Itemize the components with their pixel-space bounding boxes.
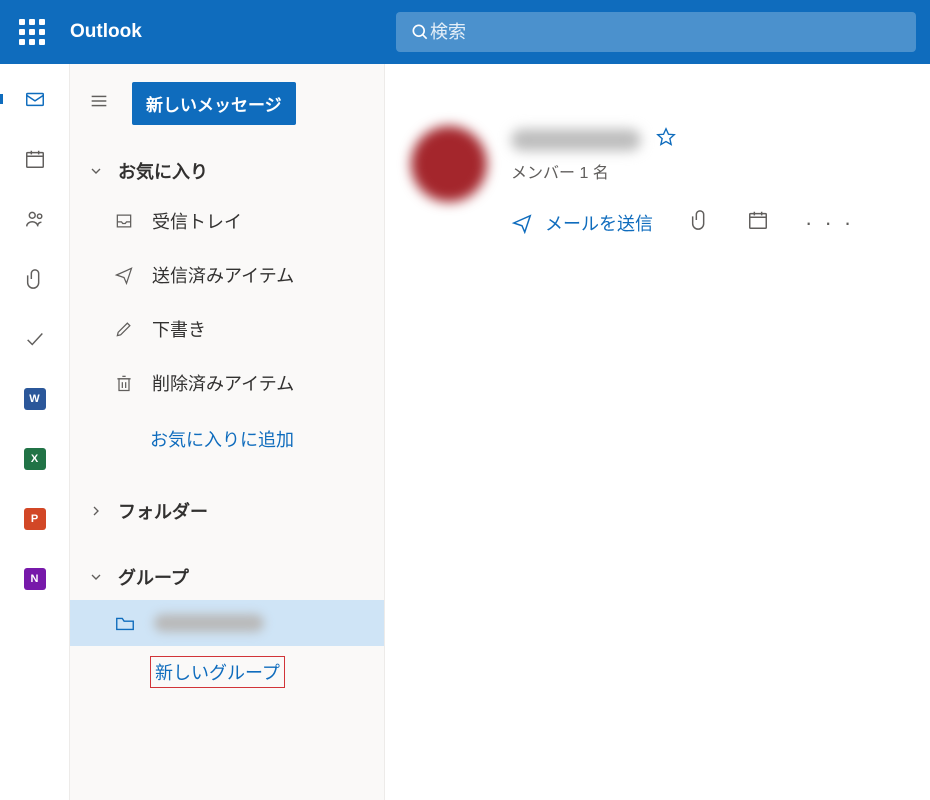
folder-icon <box>114 612 136 634</box>
folder-pane: 新しいメッセージ お気に入り 受信トレイ 送信済みアイテム 下書き 削除済みアイ… <box>70 64 385 800</box>
attachment-icon <box>24 268 46 290</box>
search-box[interactable] <box>396 12 916 52</box>
favorites-label: お気に入り <box>118 158 208 184</box>
group-calendar-button[interactable] <box>747 209 769 236</box>
app-title: Outlook <box>70 21 142 43</box>
favorites-header[interactable]: お気に入り <box>70 148 384 194</box>
calendar-icon <box>24 148 46 170</box>
group-avatar <box>411 126 487 202</box>
trash-icon <box>114 373 134 393</box>
group-name-redacted <box>154 614 264 632</box>
drafts-folder[interactable]: 下書き <box>70 302 384 356</box>
group-item-selected[interactable] <box>70 600 384 646</box>
add-to-favorites-link[interactable]: お気に入りに追加 <box>70 410 384 468</box>
rail-people[interactable] <box>0 208 70 230</box>
mail-icon <box>24 88 46 110</box>
people-icon <box>24 208 46 230</box>
waffle-icon <box>19 19 45 45</box>
send-mail-button[interactable]: メールを送信 <box>511 210 653 236</box>
powerpoint-icon: P <box>24 508 46 530</box>
reading-pane: メンバー 1 名 メールを送信 · · · <box>385 64 930 800</box>
rail-excel[interactable]: X <box>0 448 70 470</box>
chevron-right-icon <box>88 503 104 519</box>
inbox-icon <box>114 211 134 231</box>
favorite-star-button[interactable] <box>655 126 677 153</box>
more-actions-button[interactable]: · · · <box>805 210 854 236</box>
pencil-icon <box>114 319 134 339</box>
rail-files[interactable] <box>0 268 70 290</box>
nav-toggle-button[interactable] <box>88 90 110 117</box>
sent-folder[interactable]: 送信済みアイテム <box>70 248 384 302</box>
rail-mail[interactable] <box>0 88 70 110</box>
group-members-count: メンバー 1 名 <box>511 159 854 183</box>
attachment-icon <box>689 209 711 231</box>
calendar-icon <box>747 209 769 231</box>
new-group-link[interactable]: 新しいグループ <box>150 656 285 688</box>
search-icon <box>410 22 430 42</box>
onenote-icon: N <box>24 568 46 590</box>
app-launcher-button[interactable] <box>0 0 64 64</box>
send-mail-label: メールを送信 <box>545 210 653 236</box>
folders-header[interactable]: フォルダー <box>70 488 384 534</box>
hamburger-icon <box>88 90 110 112</box>
send-icon <box>511 212 533 234</box>
rail-powerpoint[interactable]: P <box>0 508 70 530</box>
rail-word[interactable]: W <box>0 388 70 410</box>
folders-label: フォルダー <box>118 498 208 524</box>
new-message-button[interactable]: 新しいメッセージ <box>132 82 296 125</box>
rail-calendar[interactable] <box>0 148 70 170</box>
rail-todo[interactable] <box>0 328 70 350</box>
send-icon <box>114 265 134 285</box>
groups-label: グループ <box>118 564 189 590</box>
chevron-down-icon <box>88 569 104 585</box>
deleted-folder[interactable]: 削除済みアイテム <box>70 356 384 410</box>
checkmark-icon <box>24 328 46 350</box>
group-files-button[interactable] <box>689 209 711 236</box>
word-icon: W <box>24 388 46 410</box>
left-rail: W X P N <box>0 64 70 800</box>
inbox-folder[interactable]: 受信トレイ <box>70 194 384 248</box>
sent-label: 送信済みアイテム <box>152 262 294 288</box>
inbox-label: 受信トレイ <box>152 208 242 234</box>
group-title-redacted <box>511 129 641 151</box>
drafts-label: 下書き <box>152 316 206 342</box>
app-header: Outlook <box>0 0 930 64</box>
deleted-label: 削除済みアイテム <box>152 370 294 396</box>
group-header: メンバー 1 名 メールを送信 · · · <box>411 94 904 236</box>
chevron-down-icon <box>88 163 104 179</box>
excel-icon: X <box>24 448 46 470</box>
groups-header[interactable]: グループ <box>70 554 384 600</box>
search-input[interactable] <box>430 22 902 43</box>
star-icon <box>655 126 677 148</box>
rail-onenote[interactable]: N <box>0 568 70 590</box>
